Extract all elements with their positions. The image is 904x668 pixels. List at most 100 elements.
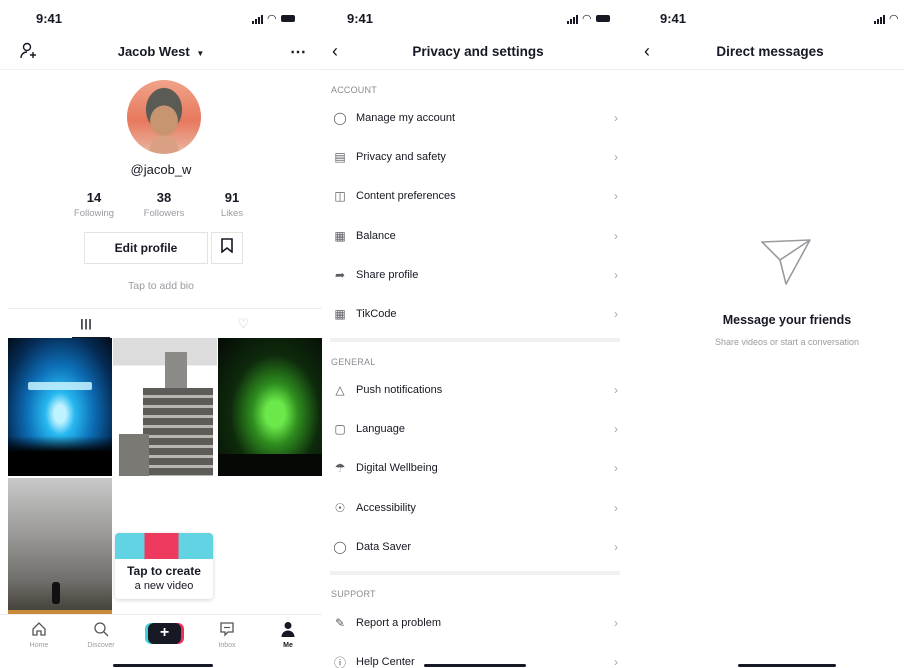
chevron-right-icon: › xyxy=(614,189,618,203)
settings-item-label: Digital Wellbeing xyxy=(356,462,438,474)
signal-icon xyxy=(567,14,578,24)
section-heading-support: SUPPORT xyxy=(331,589,376,599)
status-time: 9:41 xyxy=(660,11,687,26)
battery-icon xyxy=(595,15,610,22)
tab-inbox[interactable]: Inbox xyxy=(202,621,252,649)
chevron-right-icon: › xyxy=(614,616,618,630)
tab-label: Home xyxy=(29,642,49,649)
video-thumbnail[interactable] xyxy=(113,338,217,476)
chevron-right-icon: › xyxy=(614,150,618,164)
bottom-tab-bar: Home Discover + Inbox Me xyxy=(0,614,322,668)
profile-header: Jacob West ▼ ⋯ xyxy=(0,34,322,70)
more-icon[interactable]: ⋯ xyxy=(290,42,306,62)
lock-icon: ▤ xyxy=(334,150,346,164)
video-icon: ◫ xyxy=(334,189,346,203)
chevron-right-icon: › xyxy=(614,655,618,668)
settings-item-label: Report a problem xyxy=(356,617,441,629)
settings-header: ‹ Privacy and settings xyxy=(322,34,634,70)
settings-item-label: Balance xyxy=(356,230,396,242)
chevron-right-icon: › xyxy=(614,461,618,475)
bookmark-button[interactable] xyxy=(211,232,243,264)
home-icon xyxy=(14,621,64,639)
chevron-right-icon: › xyxy=(614,111,618,125)
settings-item-manage-account[interactable]: ◯ Manage my account › xyxy=(322,103,634,133)
battery-icon xyxy=(280,15,295,22)
edit-profile-button[interactable]: Edit profile xyxy=(84,232,208,264)
tab-videos[interactable]: ||| xyxy=(8,309,165,339)
settings-item-label: Privacy and safety xyxy=(356,151,446,163)
video-thumbnail[interactable] xyxy=(8,338,112,476)
avatar[interactable] xyxy=(127,80,201,154)
settings-item-label: Data Saver xyxy=(356,541,412,553)
tooltip-title: Tap to create xyxy=(127,564,201,578)
status-icons: ◠ xyxy=(252,12,295,25)
settings-item-language[interactable]: ▢ Language › xyxy=(322,414,634,444)
chevron-right-icon: › xyxy=(614,307,618,321)
settings-item-report-problem[interactable]: ✎ Report a problem › xyxy=(322,608,634,638)
stat-label: Followers xyxy=(143,208,185,219)
settings-item-label: Push notifications xyxy=(356,384,443,396)
tab-home[interactable]: Home xyxy=(14,621,64,649)
settings-item-accessibility[interactable]: ☉ Accessibility › xyxy=(322,493,634,523)
chevron-right-icon: › xyxy=(614,540,618,554)
messages-screen: 9:41 ◠ ‹ Direct messages Message your fr… xyxy=(634,0,904,668)
settings-item-label: Help Center xyxy=(356,656,415,668)
data-saver-icon: ◯ xyxy=(333,540,347,554)
stat-label: Following xyxy=(73,208,115,219)
create-video-button[interactable]: + xyxy=(148,623,181,644)
pencil-icon: ✎ xyxy=(334,616,346,630)
plus-icon: + xyxy=(159,624,170,641)
settings-item-digital-wellbeing[interactable]: ☂ Digital Wellbeing › xyxy=(322,453,634,483)
tab-label: Inbox xyxy=(218,642,236,649)
tab-label: Discover xyxy=(87,642,115,649)
qr-icon: ▦ xyxy=(334,307,346,321)
heart-icon: ♡ xyxy=(237,316,250,331)
signal-icon xyxy=(252,14,263,24)
tooltip-illustration xyxy=(115,533,213,559)
settings-item-tikcode[interactable]: ▦ TikCode › xyxy=(322,299,634,329)
settings-item-label: TikCode xyxy=(356,308,397,320)
wallet-icon: ▦ xyxy=(334,229,346,243)
settings-item-push-notifications[interactable]: △ Push notifications › xyxy=(322,375,634,405)
stat-followers[interactable]: 38 Followers xyxy=(134,190,194,219)
messages-header: ‹ Direct messages xyxy=(634,34,904,70)
tab-discover[interactable]: Discover xyxy=(76,621,126,649)
chevron-right-icon: › xyxy=(614,229,618,243)
settings-item-privacy[interactable]: ▤ Privacy and safety › xyxy=(322,142,634,172)
profile-tabs: ||| ♡ xyxy=(8,308,322,339)
bio-placeholder[interactable]: Tap to add bio xyxy=(0,280,322,292)
empty-state-subtitle: Share videos or start a conversation xyxy=(714,337,860,347)
tab-liked[interactable]: ♡ xyxy=(165,309,322,339)
settings-item-balance[interactable]: ▦ Balance › xyxy=(322,221,634,251)
settings-item-label: Language xyxy=(356,423,405,435)
section-heading-general: GENERAL xyxy=(331,357,376,367)
status-icons: ◠ xyxy=(874,12,899,25)
username-dropdown[interactable]: Jacob West ▼ xyxy=(0,44,322,59)
help-icon: ⓘ xyxy=(333,655,346,668)
settings-item-content-preferences[interactable]: ◫ Content preferences › xyxy=(322,181,634,211)
video-thumbnail[interactable] xyxy=(218,338,322,476)
tab-me[interactable]: Me xyxy=(263,621,313,649)
stat-following[interactable]: 14 Following xyxy=(64,190,124,219)
chevron-right-icon: › xyxy=(614,383,618,397)
stat-value: 14 xyxy=(86,190,102,205)
search-icon xyxy=(76,621,126,639)
profile-handle: @jacob_w xyxy=(130,162,192,177)
settings-item-label: Share profile xyxy=(356,269,419,281)
wifi-icon: ◠ xyxy=(889,13,899,25)
person-icon: ◯ xyxy=(333,111,347,125)
settings-item-share-profile[interactable]: ➦ Share profile › xyxy=(322,260,634,290)
inbox-icon xyxy=(202,621,252,639)
tooltip-subtitle: a new video xyxy=(134,580,194,592)
page-title: Direct messages xyxy=(716,44,824,59)
umbrella-icon: ☂ xyxy=(334,461,346,475)
settings-item-data-saver[interactable]: ◯ Data Saver › xyxy=(322,532,634,562)
stat-likes[interactable]: 91 Likes xyxy=(202,190,262,219)
tab-label: Me xyxy=(283,642,293,649)
status-icons: ◠ xyxy=(567,12,610,25)
create-video-tooltip[interactable]: Tap to create a new video xyxy=(115,533,213,599)
empty-state-title: Message your friends xyxy=(722,313,852,327)
video-thumbnail[interactable] xyxy=(8,478,112,616)
accessibility-icon: ☉ xyxy=(334,501,346,515)
share-icon: ➦ xyxy=(334,268,346,282)
